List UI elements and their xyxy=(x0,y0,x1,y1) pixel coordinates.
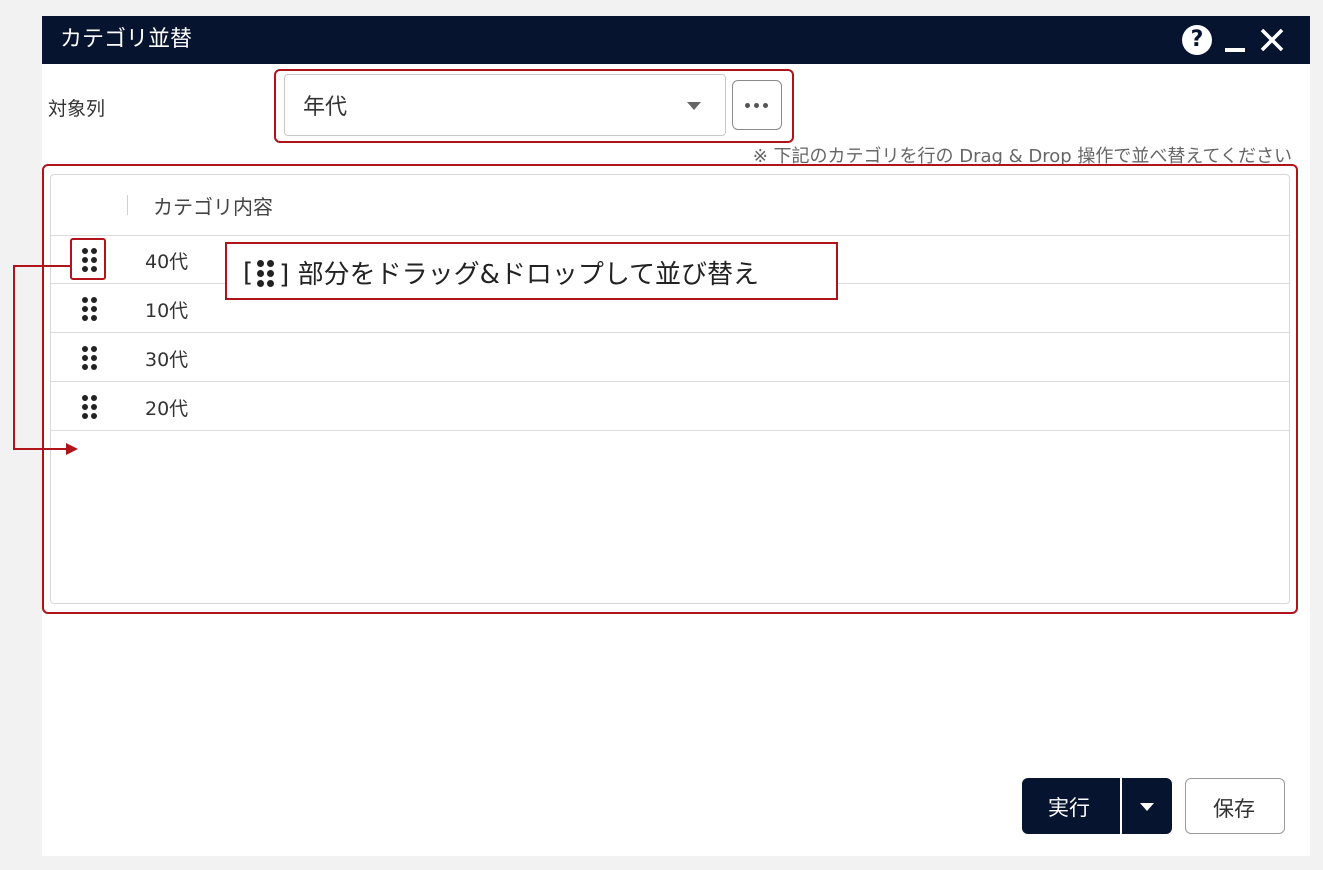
drag-handle-icon[interactable] xyxy=(79,394,101,420)
minimize-icon[interactable] xyxy=(1225,48,1245,52)
title-bar: カテゴリ並替 ? xyxy=(42,16,1310,64)
callout-prefix: [ xyxy=(243,257,254,288)
chevron-down-icon xyxy=(687,102,701,110)
save-button-label: 保存 xyxy=(1213,797,1255,821)
header-separator xyxy=(127,195,128,215)
select-value: 年代 xyxy=(303,95,348,120)
drag-handle-icon xyxy=(255,258,277,288)
drag-handle-icon[interactable] xyxy=(79,345,101,371)
run-button-divider xyxy=(1120,778,1122,834)
help-icon[interactable]: ? xyxy=(1182,25,1212,55)
category-grid: カテゴリ内容 40代 10代 30代 20代 xyxy=(50,174,1290,604)
more-icon xyxy=(754,103,759,108)
drag-handle-icon[interactable] xyxy=(79,296,101,322)
category-cell: 30代 xyxy=(145,349,189,371)
grid-header: カテゴリ内容 xyxy=(51,175,1289,236)
table-row[interactable]: 30代 xyxy=(51,333,1289,382)
category-cell: 10代 xyxy=(145,300,189,322)
save-button[interactable]: 保存 xyxy=(1185,778,1285,834)
more-icon xyxy=(745,103,750,108)
table-row[interactable]: 20代 xyxy=(51,382,1289,431)
dialog-title: カテゴリ並替 xyxy=(60,27,193,52)
handle-annotation-box xyxy=(70,238,106,280)
target-column-label: 対象列 xyxy=(48,98,106,120)
category-sort-dialog: カテゴリ並替 ? 対象列 年代 ※ 下記のカテゴリを行の Drag & Drop… xyxy=(42,16,1310,856)
category-cell: 20代 xyxy=(145,398,189,420)
callout-text: ] 部分をドラッグ&ドロップして並び替え xyxy=(279,260,760,290)
run-button[interactable]: 実行 xyxy=(1022,778,1172,834)
drag-annotation-callout: [ ] 部分をドラッグ&ドロップして並び替え xyxy=(225,242,838,300)
more-button[interactable] xyxy=(732,80,782,130)
close-icon[interactable] xyxy=(1258,26,1286,54)
column-header: カテゴリ内容 xyxy=(153,195,273,219)
run-button-label: 実行 xyxy=(1048,796,1090,820)
chevron-down-icon[interactable] xyxy=(1140,803,1154,811)
more-icon xyxy=(763,103,768,108)
category-cell: 40代 xyxy=(145,251,189,273)
target-column-select[interactable]: 年代 xyxy=(284,74,726,136)
